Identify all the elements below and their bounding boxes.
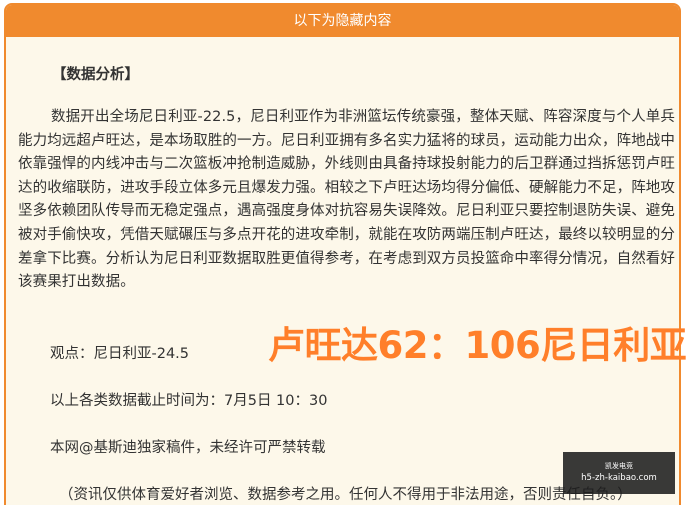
panel-header: 以下为隐藏内容 [6, 5, 679, 37]
hidden-content-panel: 以下为隐藏内容 【数据分析】 数据开出全场尼日利亚-22.5，尼日利亚作为非洲篮… [4, 3, 681, 505]
analysis-paragraph: 数据开出全场尼日利亚-22.5，尼日利亚作为非洲篮坛传统豪强，整体天赋、阵容深度… [18, 109, 675, 291]
data-time-line: 以上各类数据截止时间为：7月5日 10：30 [50, 393, 328, 409]
watermark-logo: 凯发电竞 [605, 462, 633, 470]
article-content: 【数据分析】 数据开出全场尼日利亚-22.5，尼日利亚作为非洲篮坛传统豪强，整体… [18, 63, 675, 503]
section-title: 【数据分析】 [52, 67, 139, 83]
viewpoint-line: 观点：尼日利亚-24.5 [50, 346, 190, 362]
watermark-badge[interactable]: 凯发电竞 h5-zh-kaibao.com [563, 452, 675, 494]
disclaimer-line: （资讯仅供体育爱好者浏览、数据参考之用。任何人不得用于非法用途，否则责任自负。） [59, 487, 632, 503]
copyright-line: 本网@基斯迪独家稿件，未经许可严禁转载 [50, 440, 326, 456]
score-overlay: 卢旺达62：106尼日利亚 [268, 324, 686, 367]
watermark-url: h5-zh-kaibao.com [581, 473, 657, 483]
